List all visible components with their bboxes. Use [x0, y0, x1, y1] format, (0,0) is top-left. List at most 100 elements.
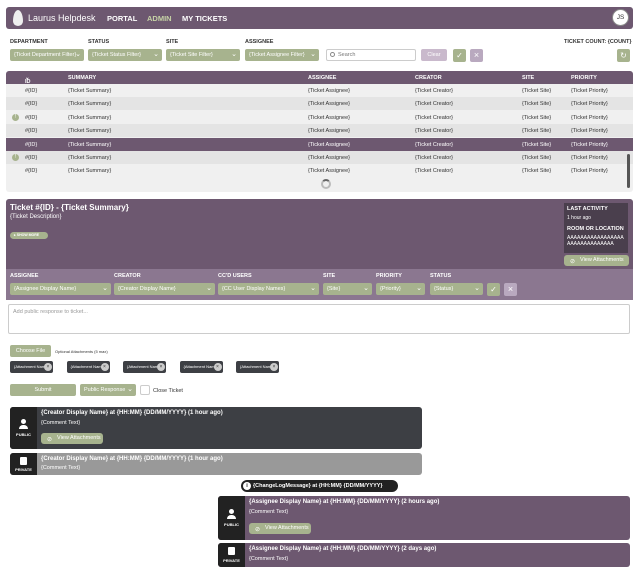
- attachment-name: {Attachment Name}: [183, 364, 219, 369]
- comment-title: {Assignee Display Name} at {HH:MM} {DD/M…: [249, 499, 440, 505]
- cell-site: {Ticket Site}: [522, 155, 552, 161]
- cell-priority: {Ticket Priority}: [571, 168, 608, 175]
- cancel-ticket-button[interactable]: ×: [504, 283, 517, 296]
- site-filter-select[interactable]: {Ticket Site Filter} ⌄: [166, 49, 240, 61]
- close-ticket-checkbox[interactable]: [140, 385, 150, 395]
- table-row[interactable]: #{ID} {Ticket Summary} {Ticket Assignee} {T…: [6, 97, 633, 111]
- warning-icon: !: [12, 154, 19, 161]
- submit-button[interactable]: Submit: [10, 384, 76, 396]
- table-header: ID ⌄ SUMMARY ASSIGNEE CREATOR SITE PRIOR…: [6, 71, 633, 85]
- attachment-chip: {Attachment Name} ×: [236, 361, 279, 373]
- chevron-down-icon: ⌄: [310, 51, 316, 58]
- department-filter-label: DEPARTMENT: [10, 39, 48, 45]
- site-filter-label: SITE: [166, 39, 179, 45]
- table-row[interactable]: #{ID} {Ticket Summary} {Ticket Assignee} {T…: [6, 164, 633, 177]
- cell-id: #{ID}: [25, 141, 38, 148]
- ticket-creator-label: CREATOR: [114, 273, 141, 279]
- cell-summary: {Ticket Summary}: [68, 101, 112, 108]
- comment-title: {Assignee Display Name} at {HH:MM} {DD/M…: [249, 546, 437, 552]
- brand-title[interactable]: Laurus Helpdesk: [28, 13, 96, 23]
- ticket-description: {Ticket Description}: [10, 214, 62, 220]
- column-header-creator[interactable]: CREATOR: [415, 75, 442, 81]
- table-row[interactable]: ! #{ID} {Ticket Summary} {Ticket Assignee} {…: [6, 151, 633, 164]
- public-badge: PUBLIC: [218, 496, 245, 540]
- changelog-pill: i {ChangeLogMessage} at {HH:MM} {DD/MM/Y…: [241, 480, 398, 492]
- check-icon: ✓: [490, 285, 497, 294]
- refresh-button[interactable]: ↻: [617, 49, 630, 62]
- ticket-status-label: STATUS: [430, 273, 452, 279]
- search-input[interactable]: Search: [326, 49, 416, 61]
- last-activity-value: 1 hour ago: [567, 215, 591, 221]
- cell-creator: {Ticket Creator}: [415, 168, 454, 175]
- reply-textarea[interactable]: Add public response to ticket...: [8, 304, 630, 334]
- view-attachments-button[interactable]: ⊘ View Attachments: [564, 255, 629, 266]
- private-badge: PRIVATE: [218, 543, 245, 567]
- response-type-select[interactable]: Public Response ⌄: [80, 384, 136, 396]
- ticket-cc-label: CC'D USERS: [218, 273, 252, 279]
- chevron-down-icon: ⌄: [102, 285, 108, 292]
- attachment-chip: {Attachment Name} ×: [66, 361, 110, 373]
- comment-view-attachments-button[interactable]: ⊘ View Attachments: [249, 523, 311, 534]
- cell-summary: {Ticket Summary}: [68, 168, 112, 175]
- paperclip-icon: ⊘: [255, 527, 261, 533]
- nav-portal[interactable]: PORTAL: [107, 14, 137, 23]
- show-more-button[interactable]: ▸ SHOW MORE: [10, 232, 48, 239]
- column-header-priority[interactable]: PRIORITY: [571, 75, 597, 81]
- top-navbar: Laurus Helpdesk PORTAL ADMIN MY TICKETS …: [6, 7, 633, 29]
- cell-assignee: {Ticket Assignee}: [308, 128, 350, 135]
- ticket-priority-select[interactable]: {Priority} ⌄: [376, 283, 425, 295]
- person-icon: [21, 419, 26, 424]
- status-filter-label: STATUS: [88, 39, 110, 45]
- table-row[interactable]: #{ID} {Ticket Summary} {Ticket Assignee} {T…: [6, 84, 633, 97]
- nav-admin[interactable]: ADMIN: [147, 14, 172, 23]
- status-filter-select[interactable]: {Ticket Status Filter} ⌄: [88, 49, 162, 61]
- search-icon: [330, 52, 335, 57]
- cell-id: #{ID}: [25, 128, 38, 135]
- column-header-assignee[interactable]: ASSIGNEE: [308, 75, 336, 81]
- chevron-down-icon: ⌄: [310, 285, 316, 292]
- remove-attachment-icon[interactable]: ×: [100, 363, 109, 371]
- assignee-filter-select[interactable]: {Ticket Assignee Filter} ⌄: [245, 49, 319, 61]
- cell-creator: {Ticket Creator}: [415, 101, 454, 108]
- cell-creator: {Ticket Creator}: [415, 114, 454, 121]
- remove-attachment-icon[interactable]: ×: [157, 363, 165, 371]
- apply-filter-button[interactable]: ✓: [453, 49, 466, 62]
- table-row[interactable]: #{ID} {Ticket Summary} {Ticket Assignee} {T…: [6, 137, 633, 151]
- choose-file-button[interactable]: Choose File: [10, 345, 51, 357]
- column-header-id[interactable]: ID ⌄: [25, 75, 31, 85]
- save-ticket-button[interactable]: ✓: [487, 283, 500, 296]
- chevron-down-icon: ⌄: [363, 285, 369, 292]
- table-row[interactable]: #{ID} {Ticket Summary} {Ticket Assignee} {T…: [6, 124, 633, 138]
- column-header-summary[interactable]: SUMMARY: [68, 75, 96, 81]
- attachment-chip: {Attachment Name} ×: [179, 361, 223, 373]
- clear-button[interactable]: Clear: [421, 49, 447, 61]
- last-activity-label: LAST ACTIVITY: [567, 206, 608, 212]
- reset-filter-button[interactable]: ×: [470, 49, 483, 62]
- ticket-creator-select[interactable]: {Creator Display Name} ⌄: [114, 283, 215, 295]
- user-avatar[interactable]: JS: [612, 9, 629, 26]
- last-activity-box: LAST ACTIVITY 1 hour ago ROOM OR LOCATIO…: [564, 203, 628, 253]
- search-placeholder: Search: [338, 52, 356, 58]
- nav-my-tickets[interactable]: MY TICKETS: [182, 14, 227, 23]
- comment-text: {Comment Text}: [41, 465, 81, 471]
- ticket-cc-select[interactable]: {CC User Display Names} ⌄: [218, 283, 319, 295]
- remove-attachment-icon[interactable]: ×: [44, 363, 52, 371]
- cell-assignee: {Ticket Assignee}: [308, 114, 350, 121]
- ticket-assignee-select[interactable]: {Assignee Display Name} ⌄: [10, 283, 111, 295]
- changelog-message: {ChangeLogMessage} at {HH:MM} {DD/MM/YYY…: [253, 483, 383, 489]
- paperclip-icon: ⊘: [47, 437, 53, 443]
- chevron-down-icon: ⌄: [416, 285, 422, 292]
- department-filter-select[interactable]: {Ticket Department Filter} ⌄: [10, 49, 84, 61]
- ticket-site-select[interactable]: {Site} ⌄: [323, 283, 372, 295]
- check-icon: ✓: [456, 51, 463, 60]
- ticket-status-select[interactable]: {Status} ⌄: [430, 283, 483, 295]
- table-scrollbar[interactable]: [627, 154, 630, 188]
- column-header-site[interactable]: SITE: [522, 75, 534, 81]
- remove-attachment-icon[interactable]: ×: [270, 363, 278, 371]
- cell-id: #{ID}: [25, 88, 38, 94]
- ticket-count: TICKET COUNT: {COUNT}: [564, 39, 632, 45]
- remove-attachment-icon[interactable]: ×: [213, 363, 222, 371]
- comment-view-attachments-button[interactable]: ⊘ View Attachments: [41, 433, 103, 444]
- site-filter-value: {Ticket Site Filter}: [170, 52, 213, 58]
- table-row[interactable]: ! #{ID} {Ticket Summary} {Ticket Assignee} {…: [6, 111, 633, 124]
